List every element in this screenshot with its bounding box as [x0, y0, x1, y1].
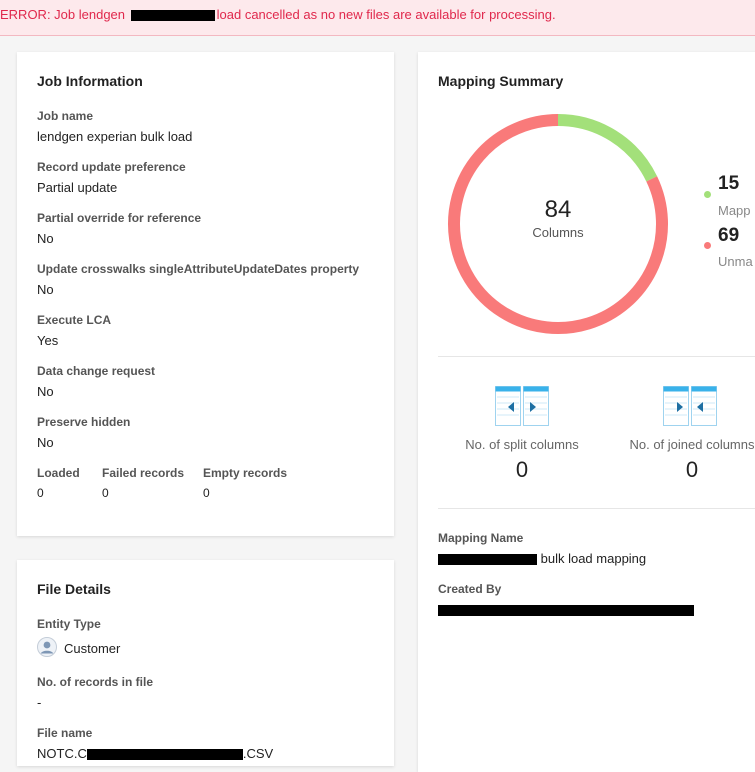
divider: [438, 356, 755, 357]
unmapped-count: 69: [718, 225, 740, 246]
job-information-title: Job Information: [37, 73, 143, 89]
entity-type-value: Customer: [64, 641, 121, 656]
partial-override-value: No: [37, 231, 54, 246]
error-message-prefix: ERROR: Job lendgen: [0, 7, 126, 22]
error-banner: ERROR: Job lendgen load cancelled as no …: [0, 0, 755, 36]
mapped-label: Mapp: [718, 203, 751, 218]
file-name-label: File name: [37, 726, 93, 740]
created-by-label: Created By: [438, 582, 502, 596]
mapping-summary-card: Mapping Summary 84 Columns 15 Mapp 69 Un…: [418, 52, 755, 772]
split-columns-label: No. of split columns: [465, 437, 579, 452]
mapped-legend-dot: [704, 191, 711, 198]
loaded-value: 0: [37, 486, 44, 500]
redacted-block: [438, 605, 694, 617]
file-details-card: File Details Entity Type Customer No. of…: [17, 560, 394, 766]
mapping-name-suffix: bulk load mapping: [540, 551, 647, 566]
file-details-title: File Details: [37, 581, 111, 597]
error-message: ERROR: Job lendgen load cancelled as no …: [0, 7, 556, 22]
joined-columns-label: No. of joined columns: [629, 437, 755, 452]
joined-columns-value: 0: [685, 457, 699, 482]
file-name-suffix: .CSV: [242, 746, 274, 761]
empty-records-label: Empty records: [203, 466, 288, 480]
split-columns-icon: [495, 386, 549, 431]
user-icon: [37, 637, 57, 657]
loaded-label: Loaded: [37, 466, 80, 480]
redacted-block: [130, 10, 215, 22]
unmapped-legend-dot: [704, 242, 711, 249]
created-by-value: [438, 602, 694, 617]
total-columns-label: Columns: [532, 225, 584, 240]
mapping-name-value: bulk load mapping: [438, 551, 646, 566]
customer-avatar: [37, 637, 57, 657]
data-change-request-label: Data change request: [37, 364, 156, 378]
update-crosswalks-value: No: [37, 282, 54, 297]
file-name-value: NOTC.C .CSV: [37, 746, 273, 761]
partial-override-label: Partial override for reference: [37, 211, 202, 225]
records-in-file-value: -: [37, 695, 42, 710]
mapping-name-label: Mapping Name: [438, 531, 524, 545]
failed-records-value: 0: [102, 486, 109, 500]
mapping-donut-chart: [448, 114, 668, 334]
mapped-count: 15: [718, 173, 740, 194]
failed-records-label: Failed records: [102, 466, 185, 480]
split-columns-value: 0: [515, 457, 529, 482]
total-columns-value: 84: [544, 196, 572, 223]
execute-lca-label: Execute LCA: [37, 313, 112, 327]
entity-type-label: Entity Type: [37, 617, 101, 631]
joined-columns-icon: [663, 386, 717, 431]
redacted-block: [438, 554, 537, 566]
update-crosswalks-label: Update crosswalks singleAttributeUpdateD…: [37, 262, 360, 276]
empty-records-value: 0: [203, 486, 210, 500]
preserve-hidden-label: Preserve hidden: [37, 415, 131, 429]
error-message-suffix: load cancelled as no new files are avail…: [216, 7, 556, 22]
job-name-value: lendgen experian bulk load: [37, 129, 193, 144]
job-information-card: Job Information Job name lendgen experia…: [17, 52, 394, 536]
record-update-preference-value: Partial update: [37, 180, 118, 195]
data-change-request-value: No: [37, 384, 54, 399]
file-name-prefix: NOTC.C: [37, 746, 87, 761]
job-name-label: Job name: [37, 109, 94, 123]
record-update-preference-label: Record update preference: [37, 160, 186, 174]
unmapped-label: Unma: [718, 254, 753, 269]
redacted-block: [86, 749, 243, 761]
execute-lca-value: Yes: [37, 333, 59, 348]
donut-slice-mapped: [557, 114, 658, 182]
divider: [438, 508, 755, 509]
preserve-hidden-value: No: [37, 435, 54, 450]
records-in-file-label: No. of records in file: [37, 675, 154, 689]
mapping-summary-title: Mapping Summary: [438, 73, 564, 89]
